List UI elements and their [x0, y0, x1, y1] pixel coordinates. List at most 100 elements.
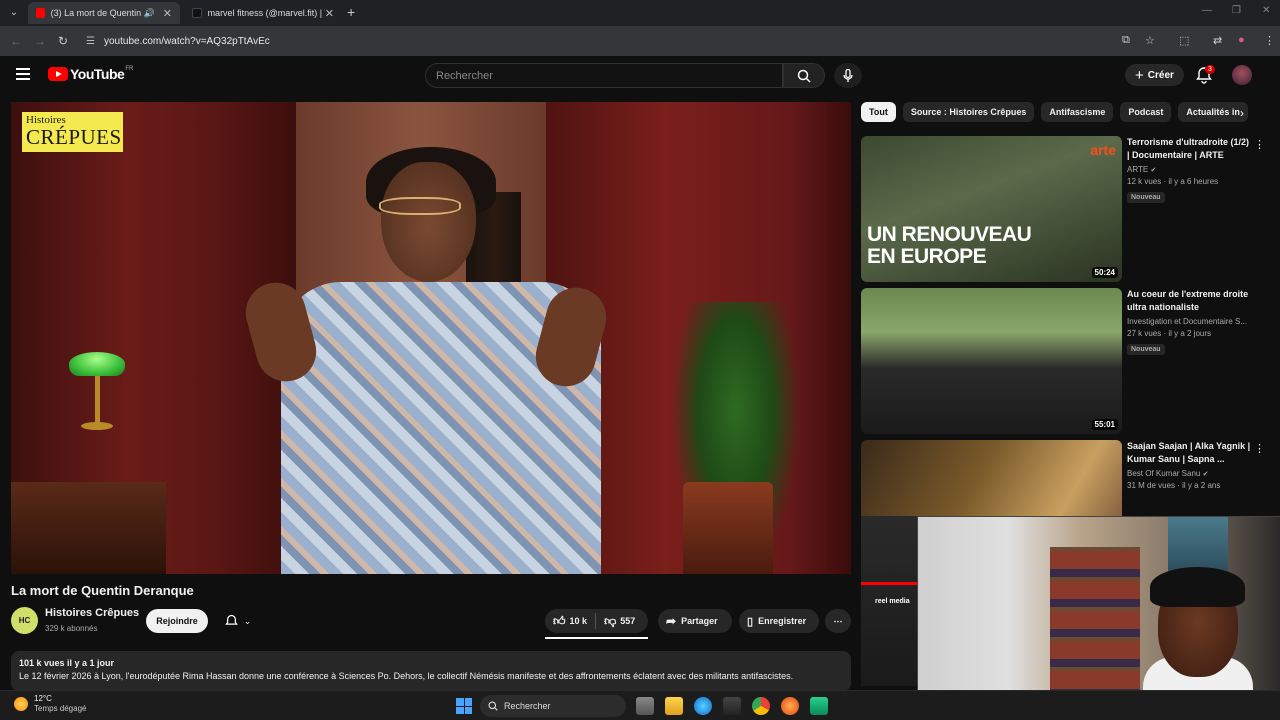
account-avatar[interactable]: [1232, 65, 1252, 85]
plant-pot: [683, 482, 773, 574]
tab-search-icon[interactable]: ⇄: [1213, 34, 1222, 47]
share-button[interactable]: ➦ Partager: [658, 609, 732, 633]
thumbs-down-icon: 👎︎: [604, 613, 617, 628]
chip-podcast[interactable]: Podcast: [1120, 102, 1172, 122]
thumbnail-label: reel media: [875, 598, 910, 605]
lamp-stem: [95, 376, 100, 426]
back-icon[interactable]: ←: [10, 34, 22, 48]
browser-tab-tiktok[interactable]: marvel fitness (@marvel.fit) | Ti ✕: [184, 2, 342, 24]
presenter-glasses: [379, 197, 461, 215]
channel-name-text: Best Of Kumar Sanu: [1127, 469, 1201, 478]
recommended-video[interactable]: 55:01 Au coeur de l'extreme droite ultra…: [861, 288, 1261, 434]
plus-icon: +: [1135, 66, 1144, 84]
video-thumbnail[interactable]: arte UN RENOUVEAU EN EUROPE 50:24: [861, 136, 1122, 282]
video-duration: 50:24: [1091, 267, 1118, 278]
video-title: La mort de Quentin Deranque: [11, 583, 194, 598]
chip-antifascisme[interactable]: Antifascisme: [1041, 102, 1114, 122]
create-label: Créer: [1147, 69, 1174, 81]
channel-watermark-logo: Histoires CRÉPUES: [22, 112, 123, 152]
close-window-icon[interactable]: ✕: [1262, 5, 1270, 16]
create-button[interactable]: + Créer: [1125, 64, 1184, 86]
logo-text: YouTube: [70, 66, 125, 82]
edge-icon[interactable]: [694, 697, 712, 715]
windows-taskbar: 12°C Temps dégagé Rechercher: [0, 690, 1280, 720]
search-box[interactable]: [425, 63, 783, 88]
share-label: Partager: [681, 616, 718, 626]
channel-name[interactable]: Best Of Kumar Sanu ✔: [1127, 469, 1252, 478]
tab-search-icon[interactable]: ⌄: [6, 5, 22, 21]
bookmark-star-icon[interactable]: ☆: [1145, 34, 1155, 47]
partial-thumbnail[interactable]: reel media: [861, 516, 917, 686]
like-button[interactable]: 👍︎ 10 k: [545, 609, 595, 633]
close-tab-icon[interactable]: ✕: [163, 7, 172, 20]
dislike-button[interactable]: 👎︎ 557: [596, 609, 643, 633]
streamer-hair: [1150, 567, 1245, 607]
browser-tab-bar: ⌄ (3) La mort de Quentin Der 🔊 ✕ marvel …: [0, 0, 1280, 26]
channel-name[interactable]: Investigation et Documentaire S...: [1127, 317, 1252, 326]
file-explorer-icon[interactable]: [665, 697, 683, 715]
minimize-icon[interactable]: —: [1202, 5, 1212, 16]
recommended-video[interactable]: arte UN RENOUVEAU EN EUROPE 50:24 Terror…: [861, 136, 1265, 282]
search-input[interactable]: [426, 64, 782, 87]
chip-actualites[interactable]: Actualités in: [1178, 102, 1248, 122]
chip-source[interactable]: Source : Histoires Crêpues: [902, 102, 1035, 122]
maximize-icon[interactable]: ❐: [1232, 5, 1241, 16]
tab-title: (3) La mort de Quentin Der: [50, 8, 144, 18]
install-app-icon[interactable]: ⧉: [1122, 34, 1130, 47]
site-info-icon[interactable]: ☰: [86, 36, 100, 47]
search-button[interactable]: [783, 63, 825, 88]
like-count: 10 k: [569, 616, 588, 626]
task-view-icon[interactable]: [636, 697, 654, 715]
thumbnail-text-line: EN EUROPE: [867, 245, 987, 268]
channel-name[interactable]: Histoires Crêpues: [45, 607, 139, 619]
new-tab-button[interactable]: +: [347, 4, 355, 20]
firefox-icon[interactable]: [781, 697, 799, 715]
watch-progress-bar: [861, 582, 917, 585]
browser-tab-youtube[interactable]: (3) La mort de Quentin Der 🔊 ✕: [28, 2, 180, 24]
video-title[interactable]: Au coeur de l'extreme droite ultra natio…: [1127, 288, 1252, 314]
address-bar[interactable]: ☰ youtube.com/watch?v=AQ32pTtAvEc: [80, 30, 1168, 52]
video-meta: 31 M de vues · il y a 2 ans: [1127, 481, 1221, 490]
description-box[interactable]: 101 k vues il y a 1 jour Le 12 février 2…: [11, 651, 851, 691]
voice-search-button[interactable]: [834, 63, 862, 88]
video-title[interactable]: Saajan Saajan | Alka Yagnik | Kumar Sanu…: [1127, 440, 1252, 466]
chip-all[interactable]: Tout: [861, 102, 896, 122]
video-title[interactable]: Terrorisme d'ultradroite (1/2) | Documen…: [1127, 136, 1252, 162]
browser-menu-icon[interactable]: ⋮: [1264, 34, 1275, 47]
bookmark-icon: ▯: [747, 615, 754, 628]
taskbar-search[interactable]: Rechercher: [480, 695, 626, 717]
speaker-icon[interactable]: 🔊: [144, 8, 155, 19]
menu-icon[interactable]: [16, 68, 30, 80]
more-options-icon[interactable]: ⋮: [1254, 442, 1265, 455]
chrome-icon[interactable]: [752, 697, 770, 715]
microphone-icon: [843, 68, 853, 82]
channel-name[interactable]: ARTE ✔: [1127, 165, 1252, 174]
more-options-icon[interactable]: ⋮: [1254, 138, 1265, 151]
save-button[interactable]: ▯ Enregistrer: [739, 609, 819, 633]
profile-icon[interactable]: ●: [1238, 34, 1245, 46]
bookshelf: [1050, 547, 1140, 696]
channel-name-text: ARTE: [1127, 165, 1149, 174]
store-icon[interactable]: [723, 697, 741, 715]
chevron-right-icon[interactable]: ›: [1240, 106, 1244, 120]
new-badge: Nouveau: [1127, 344, 1165, 355]
close-tab-icon[interactable]: ✕: [325, 7, 334, 20]
reload-icon[interactable]: ↻: [58, 34, 68, 48]
forward-icon[interactable]: →: [34, 34, 46, 48]
more-actions-button[interactable]: ⋯: [825, 609, 851, 633]
weather-widget[interactable]: 12°C Temps dégagé: [14, 694, 86, 714]
youtube-header: YouTube FR + Créer 3: [0, 56, 1280, 96]
video-player[interactable]: Histoires CRÉPUES: [11, 102, 851, 574]
tiktok-favicon-icon: [192, 8, 202, 18]
app-icon[interactable]: [810, 697, 828, 715]
channel-avatar[interactable]: HC: [11, 607, 38, 634]
windows-start-icon[interactable]: [456, 698, 472, 714]
video-thumbnail[interactable]: 55:01: [861, 288, 1122, 434]
youtube-logo[interactable]: YouTube FR: [48, 66, 133, 82]
green-lamp: [69, 352, 125, 376]
join-button[interactable]: Rejoindre: [146, 609, 208, 633]
region-code: FR: [125, 66, 134, 72]
subscription-bell-button[interactable]: ⌄: [214, 609, 262, 633]
extensions-icon[interactable]: ⬚: [1179, 34, 1189, 47]
verified-icon: ✔: [1150, 167, 1157, 174]
